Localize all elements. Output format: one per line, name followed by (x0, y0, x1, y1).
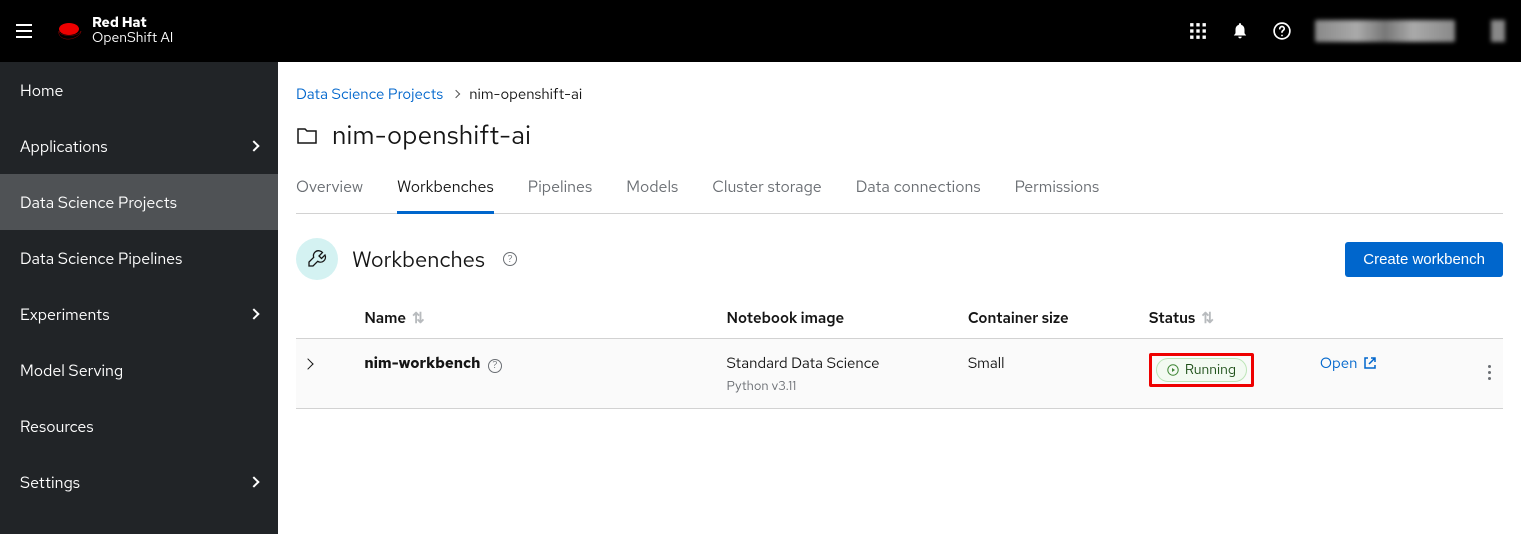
user-menu[interactable] (1315, 20, 1455, 42)
chevron-right-icon (248, 140, 259, 151)
external-link-icon (1363, 356, 1377, 370)
tab-pipelines[interactable]: Pipelines (528, 176, 592, 214)
sidebar-item-label: Model Serving (20, 360, 123, 381)
brand-logo[interactable]: Red Hat OpenShift AI (56, 16, 173, 47)
page-title-row: nim-openshift-ai (296, 118, 1503, 152)
notebook-image-name: Standard Data Science (726, 353, 951, 373)
sidebar-item-label: Resources (20, 416, 94, 437)
sidebar-item-data-science-projects[interactable]: Data Science Projects (0, 174, 278, 230)
info-icon[interactable]: ? (488, 359, 502, 373)
redhat-fedora-icon (56, 20, 84, 42)
breadcrumb-root-link[interactable]: Data Science Projects (296, 84, 443, 104)
workbenches-table: Name ⇅ Notebook image Container size Stat… (296, 298, 1503, 409)
sidebar-item-data-science-pipelines[interactable]: Data Science Pipelines (0, 230, 278, 286)
tab-overview[interactable]: Overview (296, 176, 363, 214)
sidebar-item-label: Experiments (20, 304, 110, 325)
sidebar-item-label: Data Science Projects (20, 192, 177, 213)
app-launcher-icon[interactable] (1189, 22, 1207, 40)
status-pill: Running (1156, 358, 1247, 382)
chevron-right-icon (248, 476, 259, 487)
open-workbench-link[interactable]: Open (1320, 353, 1378, 373)
col-container-size: Container size (960, 298, 1141, 339)
chevron-right-icon (452, 90, 460, 98)
tabs: Overview Workbenches Pipelines Models Cl… (296, 176, 1503, 214)
sidebar-item-experiments[interactable]: Experiments (0, 286, 278, 342)
status-text: Running (1185, 361, 1236, 379)
sidebar-item-label: Home (20, 80, 63, 101)
container-size: Small (960, 339, 1141, 409)
sidebar: Home Applications Data Science Projects … (0, 62, 278, 534)
sort-icon: ⇅ (1201, 308, 1214, 328)
sidebar-item-applications[interactable]: Applications (0, 118, 278, 174)
breadcrumb: Data Science Projects nim-openshift-ai (296, 84, 1503, 104)
brand-line2: OpenShift AI (92, 31, 173, 46)
chevron-right-icon (248, 308, 259, 319)
create-workbench-button[interactable]: Create workbench (1345, 242, 1503, 277)
sidebar-item-home[interactable]: Home (0, 62, 278, 118)
tab-permissions[interactable]: Permissions (1015, 176, 1100, 214)
open-link-label: Open (1320, 353, 1358, 373)
sidebar-item-model-serving[interactable]: Model Serving (0, 342, 278, 398)
sidebar-item-label: Applications (20, 136, 108, 157)
section-head: Workbenches ? Create workbench (296, 238, 1503, 280)
col-header-label: Name (364, 308, 406, 328)
notebook-image-sub: Python v3.11 (726, 377, 951, 394)
table-row: nim-workbench ? Standard Data Science Py… (296, 339, 1503, 409)
top-bar: Red Hat OpenShift AI (0, 0, 1521, 62)
status-highlight: Running (1149, 353, 1254, 387)
sort-icon: ⇅ (412, 308, 425, 328)
row-actions-kebab[interactable] (1484, 361, 1495, 384)
col-header-label: Notebook image (726, 308, 844, 328)
tab-data-connections[interactable]: Data connections (856, 176, 981, 214)
section-title: Workbenches (352, 245, 485, 274)
sidebar-item-label: Data Science Pipelines (20, 248, 182, 269)
user-menu-caret[interactable] (1491, 20, 1505, 42)
tab-cluster-storage[interactable]: Cluster storage (712, 176, 821, 214)
sidebar-item-resources[interactable]: Resources (0, 398, 278, 454)
wrench-badge-icon (296, 238, 338, 280)
col-status[interactable]: Status ⇅ (1141, 298, 1312, 339)
sidebar-item-label: Settings (20, 472, 80, 493)
col-header-label: Status (1149, 308, 1195, 328)
col-header-label: Container size (968, 308, 1069, 328)
col-notebook-image: Notebook image (718, 298, 959, 339)
tab-models[interactable]: Models (626, 176, 678, 214)
menu-toggle-icon[interactable] (16, 19, 40, 43)
project-icon (296, 125, 318, 145)
page-title: nim-openshift-ai (332, 118, 531, 152)
main-content: Data Science Projects nim-openshift-ai n… (278, 62, 1521, 534)
help-icon[interactable] (1273, 22, 1291, 40)
col-name[interactable]: Name ⇅ (356, 298, 718, 339)
breadcrumb-current: nim-openshift-ai (469, 84, 582, 104)
tab-workbenches[interactable]: Workbenches (397, 176, 494, 214)
expand-row-toggle[interactable] (302, 358, 313, 369)
running-icon (1167, 364, 1179, 376)
sidebar-item-settings[interactable]: Settings (0, 454, 278, 510)
help-icon[interactable]: ? (503, 252, 517, 266)
bell-icon[interactable] (1231, 22, 1249, 40)
workbench-name: nim-workbench (364, 353, 480, 373)
